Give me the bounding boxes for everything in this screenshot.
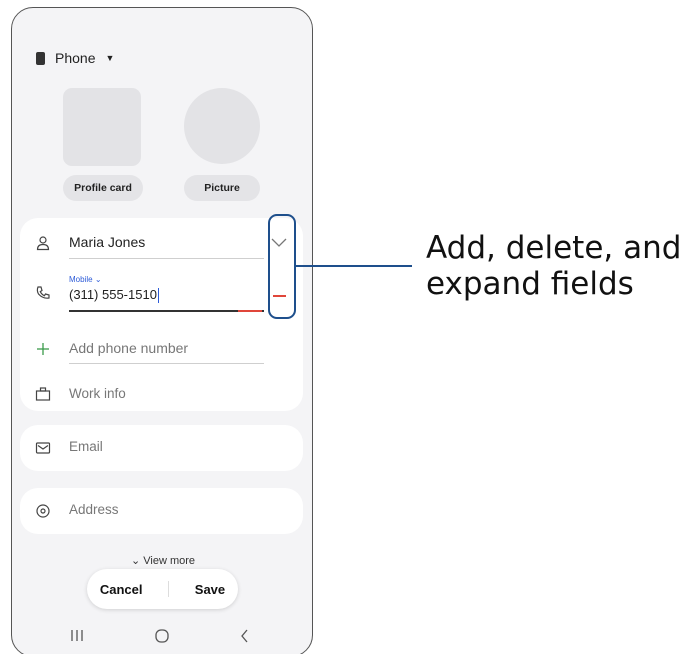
callout-highlight-box xyxy=(268,214,296,319)
callout-text: Add, delete, and expand fields xyxy=(426,230,681,302)
save-button[interactable]: Save xyxy=(195,582,225,597)
phone-screen: Phone ▼ Profile card Picture Maria Jones… xyxy=(11,7,313,654)
navigation-bar xyxy=(71,629,248,643)
phone-number-field[interactable]: (311) 555-1510 xyxy=(69,287,160,304)
caret-down-icon: ▼ xyxy=(105,53,115,63)
action-bar: Cancel Save xyxy=(87,569,238,609)
email-card[interactable]: Email xyxy=(20,425,303,471)
text-cursor xyxy=(157,288,160,304)
cancel-button[interactable]: Cancel xyxy=(100,582,143,597)
callout-line-1: Add, delete, and xyxy=(426,230,682,266)
email-field[interactable]: Email xyxy=(69,439,103,454)
picture-thumbnail[interactable] xyxy=(184,88,260,164)
action-separator xyxy=(168,581,170,597)
view-more-button[interactable]: ⌄ View more xyxy=(12,554,312,567)
phone-underline-accent xyxy=(238,310,262,312)
home-icon[interactable] xyxy=(155,629,169,643)
page: Phone ▼ Profile card Picture Maria Jones… xyxy=(0,0,693,654)
plus-icon[interactable] xyxy=(35,341,51,357)
storage-label: Phone xyxy=(55,50,96,66)
call-icon xyxy=(36,286,50,299)
mail-icon xyxy=(35,442,51,454)
name-underline xyxy=(69,258,264,259)
add-phone-underline xyxy=(69,363,264,364)
picture-button[interactable]: Picture xyxy=(184,175,260,201)
phone-type-label: Mobile xyxy=(69,275,93,284)
view-more-label: View more xyxy=(143,555,196,567)
profile-card-button[interactable]: Profile card xyxy=(63,175,143,201)
callout-leader-line xyxy=(296,265,412,267)
person-icon xyxy=(36,236,50,251)
view-more-chevron-icon: ⌄ xyxy=(130,555,144,567)
phone-type-selector[interactable]: Mobile ⌄ xyxy=(69,275,102,284)
callout-line-2: expand fields xyxy=(426,266,634,302)
address-card[interactable]: Address xyxy=(20,488,303,534)
location-pin-icon xyxy=(36,504,50,518)
name-field[interactable]: Maria Jones xyxy=(69,234,145,250)
profile-card-thumbnail[interactable] xyxy=(63,88,141,166)
add-phone-number-field[interactable]: Add phone number xyxy=(69,340,188,356)
storage-selector[interactable]: Phone ▼ xyxy=(36,50,114,66)
phone-device-icon xyxy=(36,51,45,65)
address-field[interactable]: Address xyxy=(69,502,119,517)
phone-type-chevron-icon: ⌄ xyxy=(94,275,102,284)
phone-number-value: (311) 555-1510 xyxy=(69,287,157,302)
phone-underline xyxy=(69,310,264,312)
back-icon[interactable] xyxy=(241,629,248,643)
contact-fields-card: Maria Jones Mobile ⌄ (311) 555-1510 Add … xyxy=(20,218,303,411)
work-info-field[interactable]: Work info xyxy=(69,386,126,401)
briefcase-icon xyxy=(35,387,51,401)
recents-icon[interactable] xyxy=(71,630,83,641)
